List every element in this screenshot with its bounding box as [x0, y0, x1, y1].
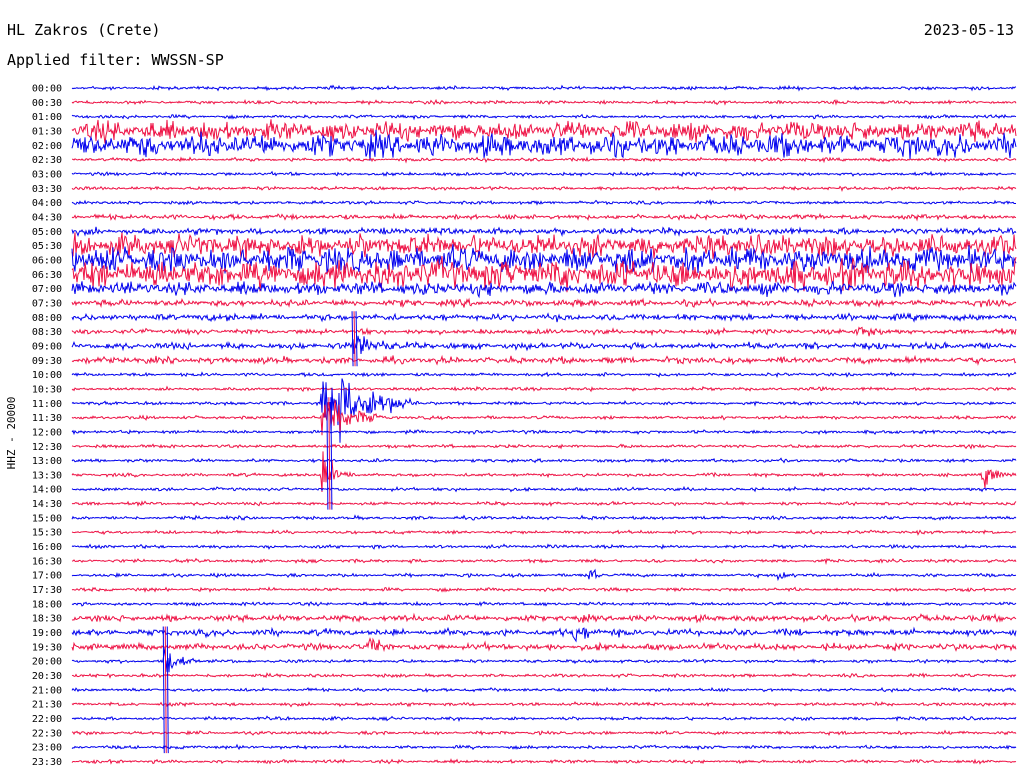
row-time-label: 18:00	[32, 599, 62, 610]
row-time-label: 07:00	[32, 284, 62, 295]
row-time-label: 20:00	[32, 657, 62, 668]
row-time-label: 05:30	[32, 241, 62, 252]
trace-line	[71, 457, 1017, 464]
trace-line	[71, 371, 1017, 378]
row-time-label: 23:30	[32, 757, 62, 768]
row-time-label: 20:30	[32, 671, 62, 682]
row-time-label: 15:00	[32, 513, 62, 524]
row-time-label: 16:00	[32, 542, 62, 553]
trace-line	[71, 626, 1017, 643]
trace-line	[71, 400, 1017, 436]
row-time-label: 15:30	[32, 528, 62, 539]
trace-line	[71, 84, 1017, 92]
row-time-label: 16:30	[32, 556, 62, 567]
trace-line	[71, 701, 1016, 708]
trace-line	[71, 297, 1017, 309]
trace-line	[71, 312, 1017, 323]
trace-line	[71, 729, 1017, 737]
row-time-label: 12:30	[32, 442, 62, 453]
row-time-label: 22:00	[32, 714, 62, 725]
trace-line	[71, 715, 1017, 723]
row-time-label: 02:00	[32, 141, 62, 152]
trace-line	[71, 529, 1017, 536]
row-time-label: 13:30	[32, 470, 62, 481]
trace-line	[71, 98, 1017, 106]
trace-line	[71, 226, 1017, 238]
row-time-label: 17:30	[32, 585, 62, 596]
row-time-label: 06:00	[32, 255, 62, 266]
row-time-label: 12:00	[32, 427, 62, 438]
row-time-label: 08:00	[32, 313, 62, 324]
trace-line	[71, 429, 1017, 436]
row-time-label: 11:00	[32, 399, 62, 410]
spike-mark	[328, 397, 331, 510]
spike-mark	[353, 311, 356, 367]
trace-line	[71, 198, 1016, 206]
row-time-label: 03:30	[32, 184, 62, 195]
trace-line	[71, 335, 1017, 355]
row-time-label: 17:00	[32, 571, 62, 582]
row-time-label: 00:00	[32, 84, 62, 95]
trace-line	[71, 543, 1017, 550]
row-time-label: 00:30	[32, 98, 62, 109]
row-time-label: 05:00	[32, 227, 62, 238]
trace-line	[71, 280, 1017, 299]
trace-line	[71, 119, 1017, 144]
trace-line	[71, 686, 1017, 693]
row-time-label: 10:30	[32, 384, 62, 395]
spike-mark	[162, 626, 165, 754]
trace-line	[71, 500, 1017, 508]
row-time-label: 08:30	[32, 327, 62, 338]
helicorder-plot: 00:00 00:30 01:00 01:30 02:00 02:30 03:00 03:30…	[32, 84, 1017, 768]
row-time-label: 18:30	[32, 614, 62, 625]
trace-line	[71, 586, 1017, 593]
trace-line	[71, 672, 1017, 679]
row-time-label: 14:00	[32, 485, 62, 496]
trace-line	[71, 568, 1017, 582]
row-time-label: 21:00	[32, 685, 62, 696]
trace-line	[71, 385, 1016, 393]
row-time-label: 11:30	[32, 413, 62, 424]
trace-line	[71, 212, 1017, 222]
trace-line	[71, 743, 1017, 751]
row-time-label: 07:30	[32, 298, 62, 309]
spike-mark	[355, 311, 358, 367]
row-time-label: 13:00	[32, 456, 62, 467]
row-time-label: 21:30	[32, 700, 62, 711]
row-time-label: 01:00	[32, 112, 62, 123]
spike-mark	[166, 626, 169, 754]
trace-line	[71, 647, 1017, 673]
row-time-label: 04:00	[32, 198, 62, 209]
trace-line	[71, 557, 1017, 566]
trace-line	[71, 451, 1017, 493]
row-time-label: 19:00	[32, 628, 62, 639]
spike-mark	[164, 626, 167, 754]
row-time-label: 04:30	[32, 212, 62, 223]
row-time-label: 10:00	[32, 370, 62, 381]
trace-line	[72, 156, 1017, 164]
row-time-label: 19:30	[32, 642, 62, 653]
trace-line	[71, 758, 1017, 765]
row-time-label: 09:30	[32, 356, 62, 367]
trace-line	[71, 113, 1017, 121]
trace-line	[71, 170, 1016, 178]
row-time-label: 02:30	[32, 155, 62, 166]
row-time-label: 09:00	[32, 341, 62, 352]
trace-line	[71, 326, 1017, 337]
trace-line	[71, 514, 1017, 521]
trace-line	[71, 185, 1017, 193]
trace-line	[71, 443, 1017, 450]
row-time-label: 06:30	[32, 270, 62, 281]
trace-line	[71, 485, 1017, 493]
row-time-label: 03:00	[32, 169, 62, 180]
trace-line	[71, 354, 1017, 366]
row-time-label: 01:30	[32, 126, 62, 137]
row-time-label: 14:30	[32, 499, 62, 510]
row-time-label: 23:00	[32, 743, 62, 754]
row-time-label: 22:30	[32, 728, 62, 739]
trace-line	[71, 637, 1017, 653]
spike-mark	[351, 311, 354, 367]
trace-line	[71, 600, 1017, 607]
trace-line	[71, 612, 1017, 624]
